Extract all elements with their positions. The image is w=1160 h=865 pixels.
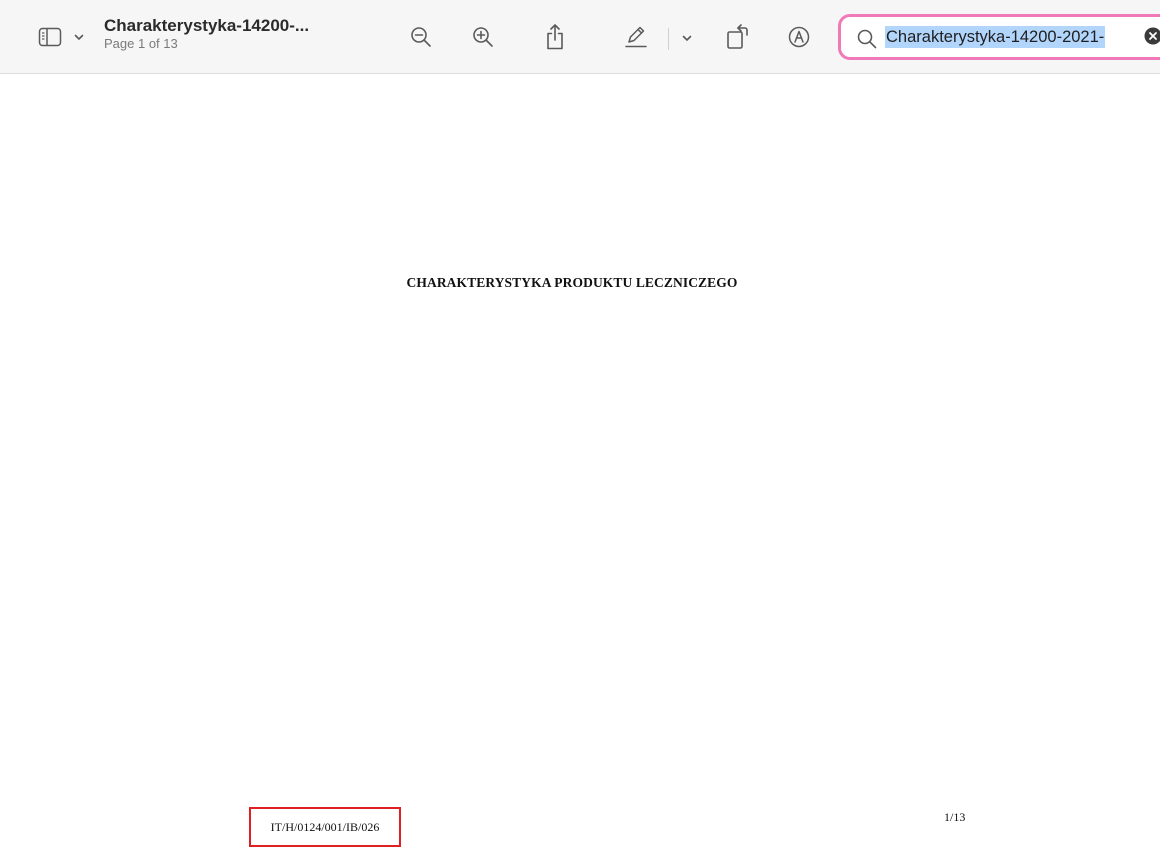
zoom-in-icon [472,26,494,48]
sidebar-toggle-button[interactable] [36,25,64,49]
sidebar-toggle-icon [38,27,62,47]
chevron-down-icon [682,35,692,42]
search-field[interactable]: Charakterystyka-14200-2021- [838,14,1160,60]
toolbar-divider [668,28,669,50]
markup-toolbar-icon [788,26,810,48]
preview-window: Charakterystyka-14200-... Page 1 of 13 C… [0,0,1160,865]
page-indicator: Page 1 of 13 [104,36,178,51]
zoom-out-button[interactable] [408,24,434,50]
document-title[interactable]: Charakterystyka-14200-... [104,16,349,36]
clear-search-icon[interactable] [1144,27,1160,50]
zoom-in-button[interactable] [470,24,496,50]
search-icon [857,29,877,54]
markup-pen-icon [624,25,648,49]
document-code: IT/H/0124/001/IB/026 [270,819,380,834]
document-heading: CHARAKTERYSTYKA PRODUKTU LECZNICZEGO [406,275,738,290]
toolbar: Charakterystyka-14200-... Page 1 of 13 C… [0,0,1160,74]
markup-pen-button[interactable] [623,24,649,50]
rotate-button[interactable] [725,22,751,52]
rotate-icon [726,24,750,50]
zoom-out-icon [410,26,432,48]
document-page-number: 1/13 [944,810,966,824]
sidebar-options-button[interactable] [72,30,86,44]
chevron-down-icon [74,34,84,41]
share-icon [545,24,565,50]
markup-toolbar-button[interactable] [787,25,811,49]
document-title-block: Charakterystyka-14200-... Page 1 of 13 [104,16,349,52]
document-page[interactable]: CHARAKTERYSTYKA PRODUKTU LECZNICZEGO IT/… [0,75,1160,865]
markup-options-button[interactable] [680,31,694,45]
search-input-value[interactable]: Charakterystyka-14200-2021- [885,26,1106,48]
share-button[interactable] [543,22,567,52]
document-code-annotation: IT/H/0124/001/IB/026 [249,807,401,847]
